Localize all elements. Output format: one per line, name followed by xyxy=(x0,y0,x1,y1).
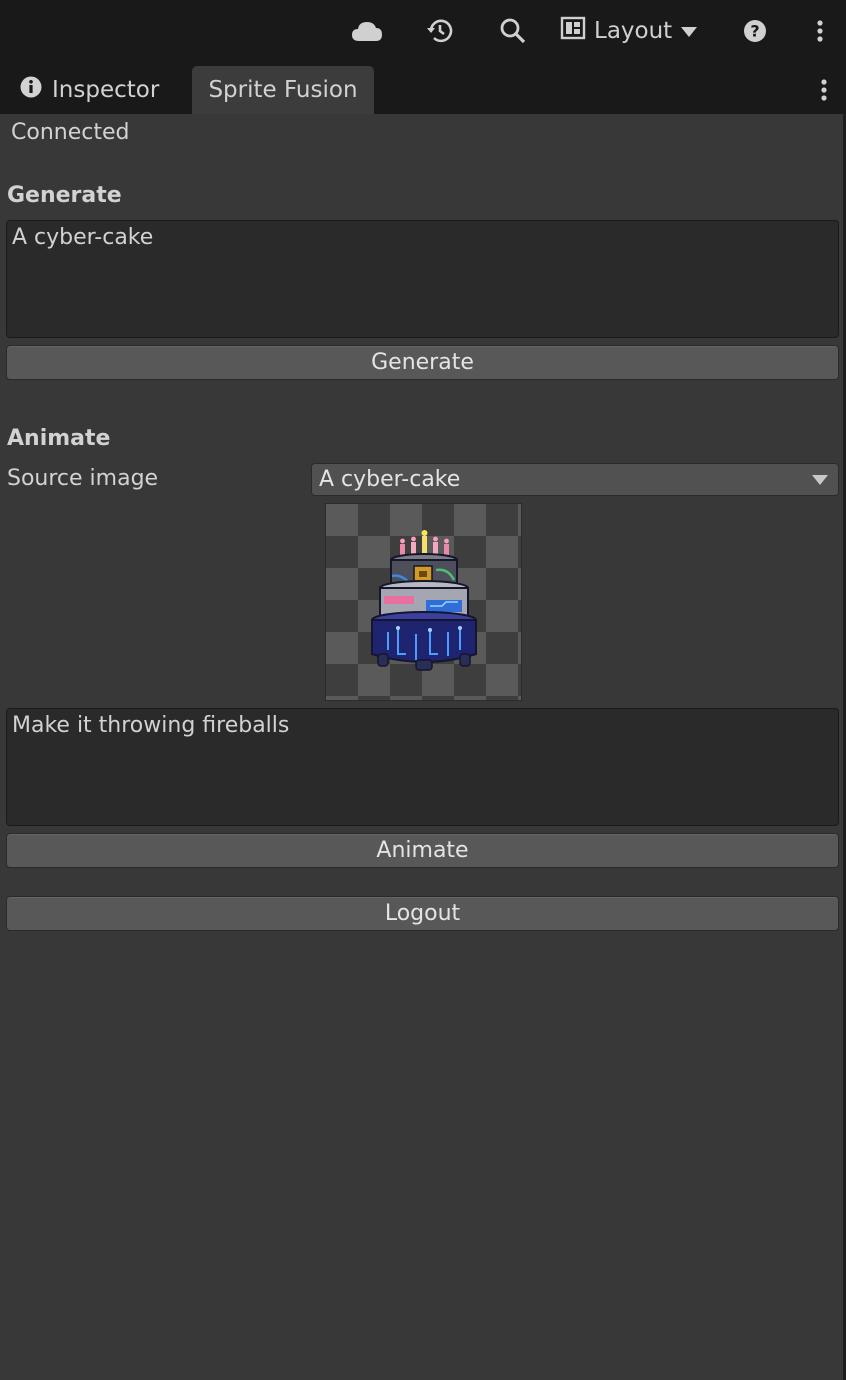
main-toolbar: Layout ? xyxy=(0,0,846,62)
svg-text:?: ? xyxy=(750,22,759,41)
layout-dropdown[interactable]: Layout xyxy=(560,12,710,50)
tab-inspector[interactable]: Inspector xyxy=(8,66,183,114)
animate-button[interactable]: Animate xyxy=(6,833,839,868)
more-vertical-icon[interactable] xyxy=(803,14,837,48)
info-icon xyxy=(20,76,42,104)
help-icon[interactable]: ? xyxy=(738,14,772,48)
chevron-down-icon xyxy=(680,18,698,44)
panel-menu-icon[interactable] xyxy=(816,76,832,104)
cloud-icon[interactable] xyxy=(350,14,384,48)
history-icon[interactable] xyxy=(423,14,457,48)
generate-button[interactable]: Generate xyxy=(6,345,839,380)
animate-section-title: Animate xyxy=(7,426,111,451)
cyber-cake-sprite xyxy=(371,530,477,671)
search-icon[interactable] xyxy=(496,14,530,48)
generate-section-title: Generate xyxy=(7,183,122,208)
logout-button[interactable]: Logout xyxy=(6,896,839,931)
chevron-down-icon xyxy=(812,475,828,485)
layout-label: Layout xyxy=(594,18,673,44)
tab-label: Sprite Fusion xyxy=(208,77,358,103)
source-image-label: Source image xyxy=(7,466,159,491)
animate-prompt-input[interactable]: Make it throwing fireballs xyxy=(6,708,839,826)
tab-sprite-fusion[interactable]: Sprite Fusion xyxy=(192,66,374,114)
connection-status: Connected xyxy=(11,120,130,145)
source-image-preview xyxy=(325,503,522,701)
source-image-dropdown[interactable]: A cyber-cake xyxy=(311,463,839,496)
generate-prompt-input[interactable]: A cyber-cake xyxy=(6,220,839,338)
tab-label: Inspector xyxy=(52,77,160,103)
source-image-value: A cyber-cake xyxy=(319,467,461,492)
layout-icon xyxy=(560,16,586,46)
panel-tab-bar: Inspector Sprite Fusion xyxy=(0,62,846,114)
